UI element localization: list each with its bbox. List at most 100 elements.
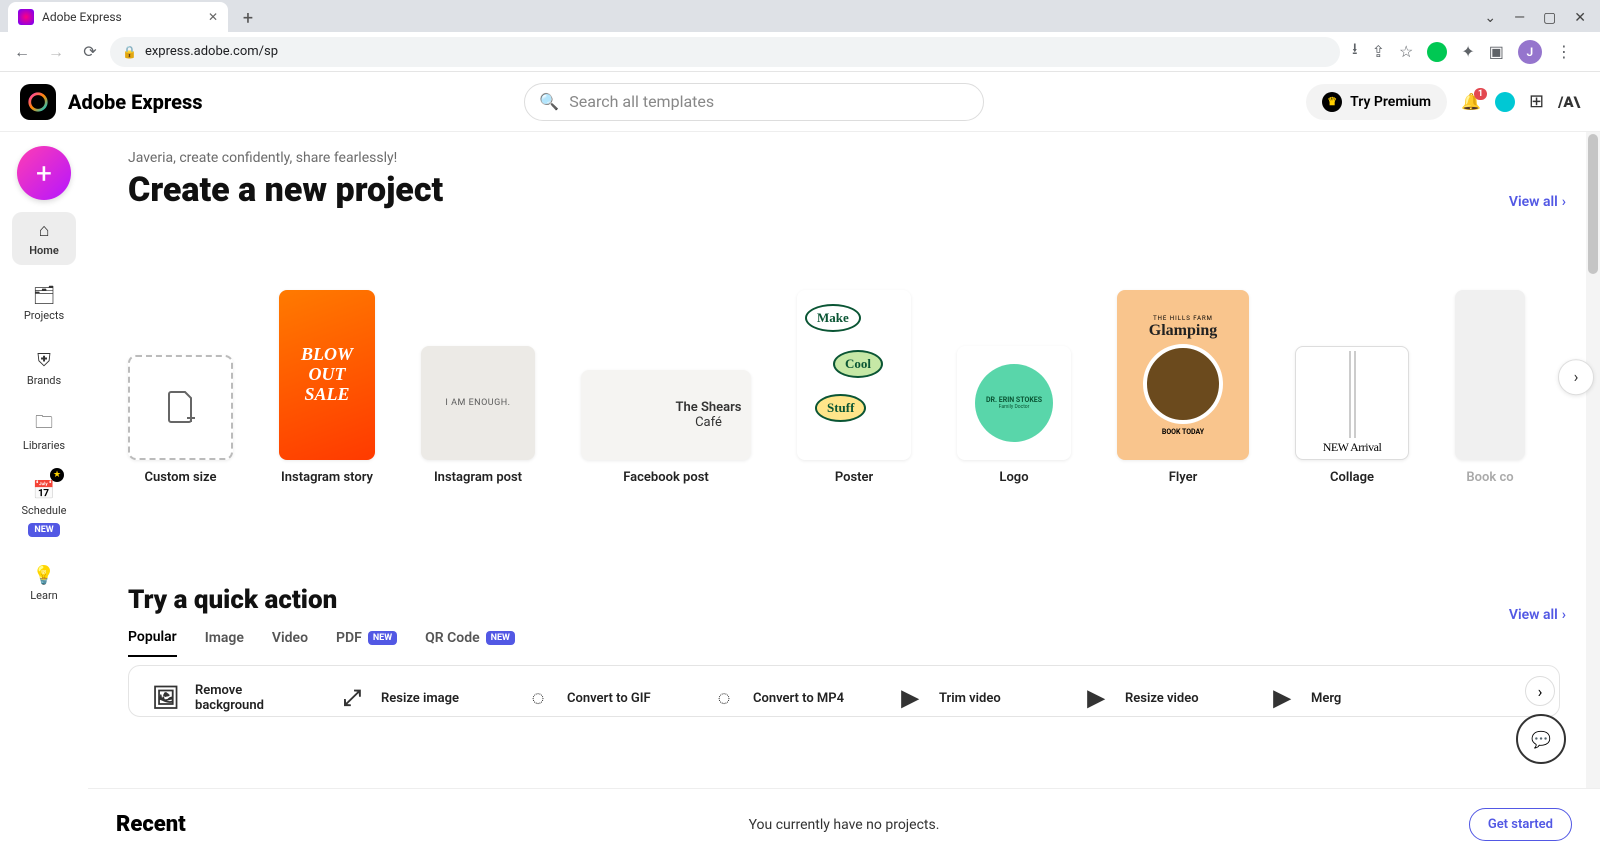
- menu-icon[interactable]: ⋮: [1556, 42, 1572, 61]
- tab-video[interactable]: Video: [272, 630, 308, 656]
- poster-thumb: Make Cool Stuff: [797, 290, 911, 460]
- template-logo[interactable]: DR. ERIN STOKESFamily Doctor Logo: [957, 346, 1071, 485]
- action-convert-mp4[interactable]: ◌Convert to MP4: [707, 680, 867, 716]
- window-controls: ⌄ — ▢ ✕: [1470, 10, 1600, 32]
- learn-icon: 💡: [34, 565, 54, 585]
- sidebar-item-label: Brands: [27, 374, 61, 387]
- template-carousel: Custom size BLOW OUT SALE Instagram stor…: [128, 290, 1590, 485]
- template-flyer[interactable]: THE HILLS FARM Glamping BOOK TODAY Flyer: [1117, 290, 1249, 485]
- forward-button[interactable]: →: [42, 38, 70, 66]
- resize-video-icon: ▶: [1079, 681, 1113, 715]
- brand[interactable]: Adobe Express: [20, 84, 203, 120]
- card-label: Flyer: [1169, 470, 1198, 485]
- actions-next-button[interactable]: ›: [1525, 676, 1555, 706]
- card-label: Facebook post: [623, 470, 709, 485]
- carousel-next-button[interactable]: ›: [1558, 359, 1594, 395]
- calendar-icon: 📅: [34, 480, 54, 500]
- try-premium-button[interactable]: ♛ Try Premium: [1306, 84, 1447, 120]
- sidebar-item-home[interactable]: ⌂ Home: [12, 212, 76, 265]
- gif-icon: ◌: [521, 681, 555, 715]
- flyer-thumb: THE HILLS FARM Glamping BOOK TODAY: [1117, 290, 1249, 460]
- search-placeholder: Search all templates: [569, 92, 714, 111]
- view-all-actions-link[interactable]: View all›: [1509, 607, 1566, 623]
- sidepanel-icon[interactable]: ▣: [1489, 42, 1504, 61]
- close-window-icon[interactable]: ✕: [1574, 10, 1586, 26]
- template-custom-size[interactable]: Custom size: [128, 355, 233, 485]
- address-bar: ← → ⟳ 🔒 express.adobe.com/sp ⭳ ⇪ ☆ ✦ ▣ J…: [0, 32, 1600, 72]
- sidebar-item-brands[interactable]: ⛨ Brands: [12, 342, 76, 395]
- card-label: Custom size: [144, 470, 216, 485]
- template-instagram-post[interactable]: I AM ENOUGH. Instagram post: [421, 346, 535, 485]
- grammarly-icon[interactable]: [1427, 42, 1447, 62]
- extensions-icon[interactable]: ✦: [1461, 42, 1474, 61]
- sidebar: + ⌂ Home 🗂 Projects ⛨ Brands 🗀 Libraries…: [0, 132, 88, 860]
- action-resize-video[interactable]: ▶Resize video: [1079, 680, 1239, 716]
- crown-icon: ♛: [1322, 92, 1342, 112]
- minimize-icon[interactable]: —: [1514, 10, 1525, 26]
- maximize-icon[interactable]: ▢: [1543, 10, 1556, 26]
- browser-tab[interactable]: Adobe Express ✕: [8, 2, 228, 32]
- action-merge[interactable]: ▶Merg: [1265, 680, 1425, 716]
- install-icon[interactable]: ⭳: [1352, 38, 1358, 65]
- plus-icon: +: [36, 157, 52, 190]
- apps-icon[interactable]: ⊞: [1529, 91, 1544, 112]
- action-convert-gif[interactable]: ◌Convert to GIF: [521, 680, 681, 716]
- trim-icon: ▶: [893, 681, 927, 715]
- sidebar-item-libraries[interactable]: 🗀 Libraries: [12, 407, 76, 460]
- template-facebook-post[interactable]: The ShearsCafé Facebook post: [581, 370, 751, 485]
- premium-star-icon: ★: [50, 468, 64, 482]
- action-remove-background[interactable]: 🖼Remove background: [149, 680, 309, 716]
- tab-image[interactable]: Image: [205, 630, 244, 656]
- get-started-button[interactable]: Get started: [1469, 808, 1572, 841]
- card-label: Instagram story: [281, 470, 373, 485]
- template-collage[interactable]: NEW Arrival Collage: [1295, 346, 1409, 485]
- template-instagram-story[interactable]: BLOW OUT SALE Instagram story: [279, 290, 375, 485]
- template-book-cover[interactable]: Book co: [1455, 290, 1525, 485]
- book-thumb: [1455, 290, 1525, 460]
- share-icon[interactable]: ⇪: [1372, 42, 1385, 61]
- back-button[interactable]: ←: [8, 38, 36, 66]
- sidebar-item-learn[interactable]: 💡 Learn: [12, 557, 76, 610]
- notifications-button[interactable]: 🔔 1: [1461, 92, 1481, 111]
- app-body: + ⌂ Home 🗂 Projects ⛨ Brands 🗀 Libraries…: [0, 132, 1600, 860]
- extension-icons: ⭳ ⇪ ☆ ✦ ▣ J ⋮: [1346, 38, 1578, 65]
- new-tab-button[interactable]: +: [234, 4, 262, 32]
- bookmark-icon[interactable]: ☆: [1399, 42, 1413, 61]
- notification-badge: 1: [1474, 88, 1487, 100]
- tab-title: Adobe Express: [42, 10, 122, 24]
- card-label: Instagram post: [434, 470, 522, 485]
- tab-qr-code[interactable]: QR CodeNEW: [425, 630, 515, 656]
- story-thumb: BLOW OUT SALE: [279, 290, 375, 460]
- chevron-down-icon[interactable]: ⌄: [1484, 10, 1496, 26]
- empty-state-text: You currently have no projects.: [749, 817, 940, 833]
- mp4-icon: ◌: [707, 681, 741, 715]
- user-avatar[interactable]: [1495, 92, 1515, 112]
- create-fab[interactable]: +: [17, 146, 71, 200]
- action-resize-image[interactable]: ⤢Resize image: [335, 680, 495, 716]
- profile-avatar[interactable]: J: [1518, 40, 1542, 64]
- view-all-templates-link[interactable]: View all›: [1509, 194, 1566, 210]
- sidebar-item-schedule[interactable]: 📅 ★ Schedule NEW: [12, 472, 76, 545]
- quick-actions-row: 🖼Remove background ⤢Resize image ◌Conver…: [128, 665, 1560, 717]
- sidebar-item-label: Learn: [30, 589, 58, 602]
- url-input[interactable]: 🔒 express.adobe.com/sp: [110, 37, 1340, 67]
- sidebar-item-label: Projects: [24, 309, 64, 322]
- tab-popular[interactable]: Popular: [128, 629, 177, 657]
- recent-footer: Recent You currently have no projects. G…: [88, 788, 1600, 860]
- libraries-icon: 🗀: [34, 415, 54, 435]
- reload-button[interactable]: ⟳: [76, 38, 104, 66]
- action-trim-video[interactable]: ▶Trim video: [893, 680, 1053, 716]
- tab-pdf[interactable]: PDFNEW: [336, 630, 397, 656]
- template-poster[interactable]: Make Cool Stuff Poster: [797, 290, 911, 485]
- chat-icon: 💬: [1531, 730, 1551, 749]
- search-input[interactable]: 🔍 Search all templates: [524, 83, 984, 121]
- chat-fab[interactable]: 💬: [1516, 714, 1566, 764]
- search-icon: 🔍: [539, 92, 559, 111]
- adobe-icon[interactable]: /A\: [1558, 93, 1580, 111]
- close-tab-icon[interactable]: ✕: [208, 10, 218, 24]
- browser-tab-strip: Adobe Express ✕ + ⌄ — ▢ ✕: [0, 0, 1600, 32]
- scrollbar-thumb[interactable]: [1588, 134, 1598, 274]
- scrollbar[interactable]: [1586, 132, 1600, 860]
- logo-thumb: DR. ERIN STOKESFamily Doctor: [957, 346, 1071, 460]
- sidebar-item-projects[interactable]: 🗂 Projects: [12, 277, 76, 330]
